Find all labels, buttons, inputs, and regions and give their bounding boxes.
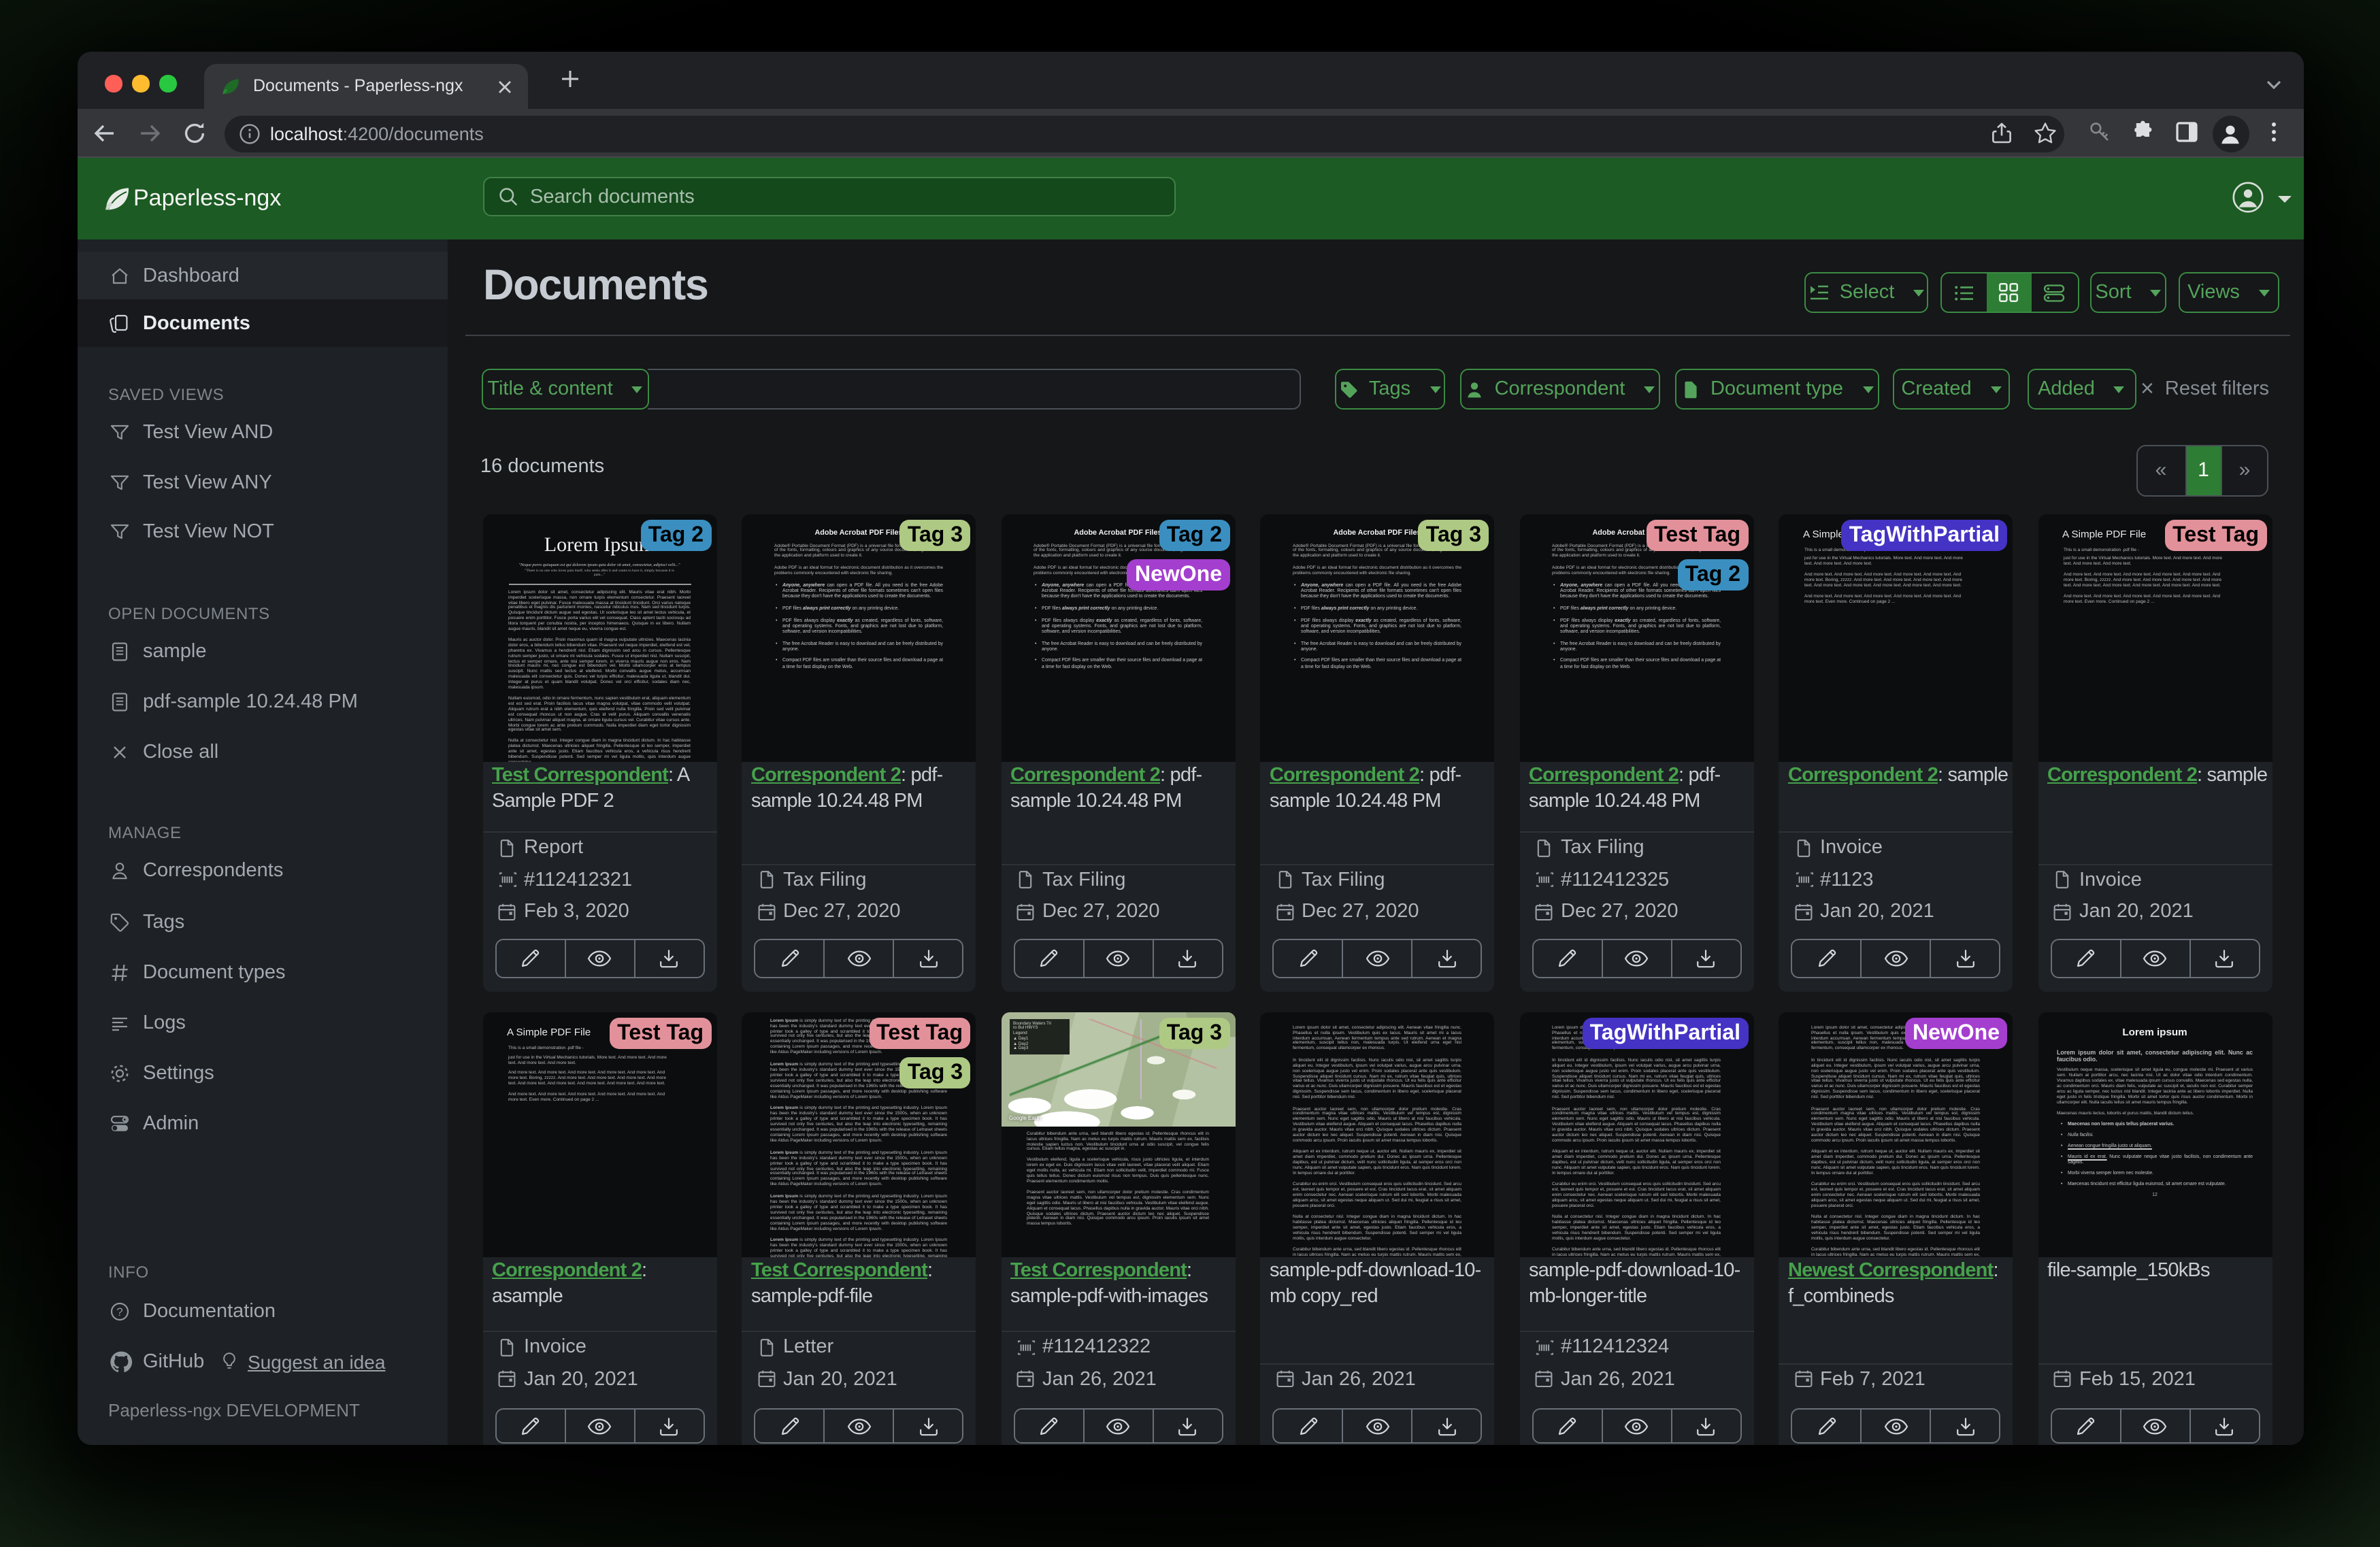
svg-text:?: ? (116, 1305, 122, 1318)
